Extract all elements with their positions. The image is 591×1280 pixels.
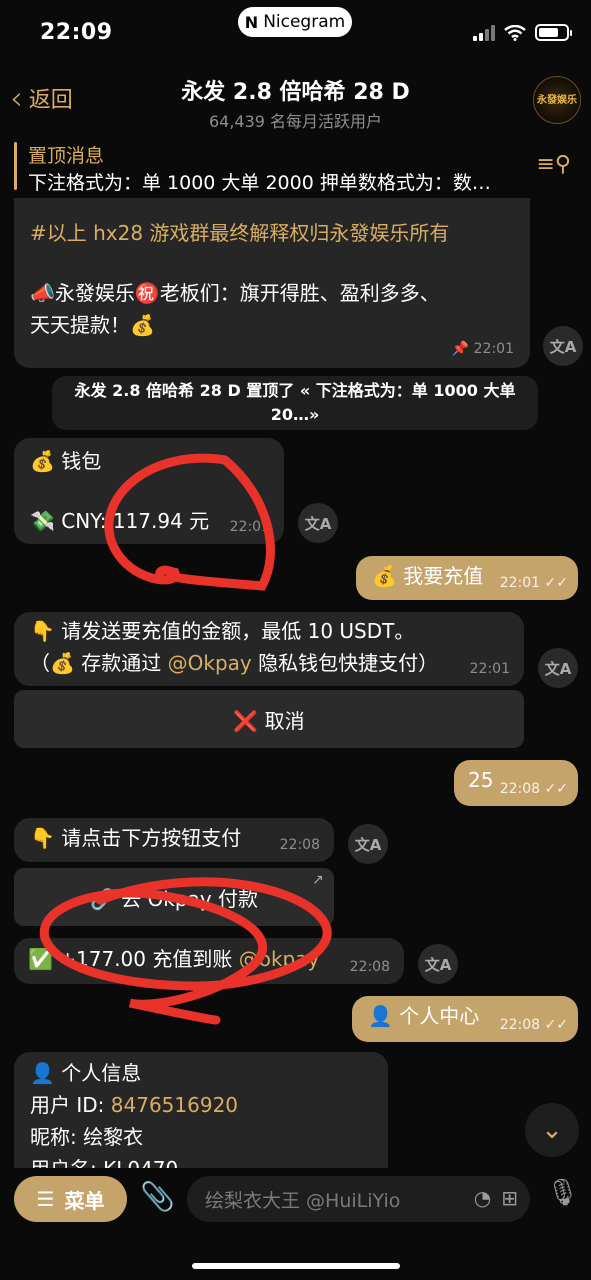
message-time: 22:08 <box>349 959 390 975</box>
chevron-down-icon: ⌄ <box>541 1115 563 1145</box>
message-text: 25 <box>468 768 494 792</box>
menu-icon: ☰ <box>36 1187 55 1211</box>
cancel-button[interactable]: ❌ 取消 <box>14 690 524 748</box>
message-bubble-outgoing[interactable]: 25 22:08 ✓✓ <box>454 760 578 806</box>
pin-icon: 📌 <box>451 341 470 357</box>
chat-title-block[interactable]: 永发 2.8 倍哈希 28 D 64,439 名每月活跃用户 <box>110 74 481 132</box>
sticker-icon[interactable]: ⊞ <box>501 1186 518 1210</box>
input-field-icons: ◔ ⊞ <box>474 1186 518 1210</box>
app-pill: 𝗡 Nicegram <box>238 7 352 37</box>
back-button[interactable]: ‹ 返回 <box>10 82 73 114</box>
message-bubble[interactable]: ✅ +177.00 充值到账 @okpay 22:08 <box>14 938 404 984</box>
message-bubble-outgoing[interactable]: 💰 我要充值 22:01 ✓✓ <box>356 556 578 600</box>
app-pill-label: Nicegram <box>263 12 346 32</box>
group-avatar[interactable]: 永發娱乐 <box>533 76 581 124</box>
service-message: 永发 2.8 倍哈希 28 D 置顶了 « 下注格式为：单 1000 大单 20… <box>52 376 538 430</box>
message-input[interactable]: 绘梨衣大王 @HuiLiYio ◔ ⊞ <box>187 1176 530 1222</box>
message-bubble[interactable]: 👇 请点击下方按钮支付 22:08 <box>14 818 334 862</box>
translate-button[interactable]: 文A <box>543 326 583 366</box>
message-time: 22:08 ✓✓ <box>499 1017 568 1033</box>
pinned-indicator <box>14 142 17 190</box>
message-bubble[interactable]: 👇 请发送要充值的金额，最低 10 USDT。 （💰 存款通过 @Okpay 隐… <box>14 612 524 686</box>
chevron-left-icon: ‹ <box>10 79 23 117</box>
signal-icon <box>473 24 495 41</box>
input-placeholder: 绘梨衣大王 @HuiLiYio <box>205 1189 401 1212</box>
microphone-icon[interactable]: 🎙 <box>546 1178 579 1208</box>
message-text: 📣永發娱乐㊗️老板们：旗开得胜、盈利多多、 <box>30 281 440 305</box>
message-text: 💰 钱包 <box>30 449 102 473</box>
wifi-icon <box>504 24 526 41</box>
message-text: 用户 ID: 8476516920 <box>30 1093 239 1117</box>
message-bubble-outgoing[interactable]: 👤 个人中心 22:08 ✓✓ <box>352 996 578 1042</box>
message-bubble[interactable]: 👤 个人信息 用户 ID: 8476516920 昵称: 绘黎衣 用户名: KL… <box>14 1052 388 1168</box>
message-text: #以上 hx28 游戏群最终解释权归永發娱乐所有 <box>30 221 450 245</box>
message-time: 22:01 <box>469 661 510 677</box>
translate-button[interactable]: 文A <box>418 944 458 984</box>
message-bubble[interactable]: #以上 hx28 游戏群最终解释权归永發娱乐所有 📣永發娱乐㊗️老板们：旗开得胜… <box>14 198 530 368</box>
message-text: 👇 请发送要充值的金额，最低 10 USDT。 <box>30 619 415 643</box>
message-list[interactable]: #以上 hx28 游戏群最终解释权归永發娱乐所有 📣永發娱乐㊗️老板们：旗开得胜… <box>0 198 591 1168</box>
message-time: 22:08 <box>279 837 320 853</box>
message-time: 📌 22:01 <box>451 341 514 357</box>
message-bubble[interactable]: 💰 钱包 💸 CNY: 117.94 元 22:01 <box>14 438 284 544</box>
message-time: 22:08 ✓✓ <box>499 781 568 797</box>
avatar-text: 永發娱乐 <box>537 94 577 106</box>
menu-button[interactable]: ☰ 菜单 <box>14 1176 127 1222</box>
nicegram-logo-icon: 𝗡 <box>244 12 259 32</box>
input-bar: ☰ 菜单 📎 绘梨衣大王 @HuiLiYio ◔ ⊞ 🎙 <box>0 1168 591 1280</box>
message-text: 💰 我要充值 <box>372 564 484 588</box>
message-text: 👇 请点击下方按钮支付 <box>30 826 242 850</box>
translate-button[interactable]: 文A <box>348 824 388 864</box>
status-bar: 22:09 𝗡 Nicegram <box>0 0 591 70</box>
pinned-title: 置顶消息 <box>28 145 105 167</box>
timer-icon[interactable]: ◔ <box>474 1186 491 1210</box>
member-count: 64,439 名每月活跃用户 <box>208 112 383 131</box>
scroll-down-button[interactable]: ⌄ <box>525 1103 579 1157</box>
message-text: 👤 个人信息 <box>30 1061 142 1085</box>
back-label: 返回 <box>28 88 73 113</box>
message-text: 用户名: KL0470 <box>30 1154 178 1168</box>
okpay-pay-button[interactable]: 🔗 去 Okpay 付款 <box>14 868 334 926</box>
chat-header: ‹ 返回 永发 2.8 倍哈希 28 D 64,439 名每月活跃用户 永發娱乐 <box>0 70 591 132</box>
external-link-icon: ↗ <box>312 872 324 888</box>
menu-label: 菜单 <box>64 1188 105 1213</box>
translate-button[interactable]: 文A <box>538 648 578 688</box>
message-text: 👤 个人中心 <box>368 1004 480 1028</box>
okpay-link[interactable]: @okpay <box>239 947 320 971</box>
message-text: 昵称: 绘黎衣 <box>30 1125 144 1149</box>
clock: 22:09 <box>40 20 113 45</box>
battery-icon <box>535 24 572 41</box>
pinned-message-bar[interactable]: 置顶消息 下注格式为：单 1000 大单 2000 押单数格式为：数… ≡⚲ <box>0 134 591 198</box>
home-indicator <box>192 1263 400 1269</box>
message-text: 天天提款！💰 <box>30 313 155 337</box>
message-text: 💸 CNY: 117.94 元 <box>30 509 210 533</box>
user-id[interactable]: 8476516920 <box>111 1093 238 1117</box>
system-icons <box>473 24 572 41</box>
translate-button[interactable]: 文A <box>298 503 338 543</box>
chat-title: 永发 2.8 倍哈希 28 D <box>181 80 410 105</box>
pin-list-icon[interactable]: ≡⚲ <box>536 152 571 177</box>
attach-icon[interactable]: 📎 <box>140 1180 175 1213</box>
message-time: 22:01 ✓✓ <box>499 575 568 591</box>
message-text: （💰 存款通过 @Okpay 隐私钱包快捷支付） <box>30 651 439 675</box>
okpay-link[interactable]: @Okpay <box>168 651 252 675</box>
message-time: 22:01 <box>229 519 270 535</box>
message-text: ✅ +177.00 充值到账 @okpay <box>28 947 320 971</box>
pinned-content: 下注格式为：单 1000 大单 2000 押单数格式为：数… <box>28 172 491 194</box>
